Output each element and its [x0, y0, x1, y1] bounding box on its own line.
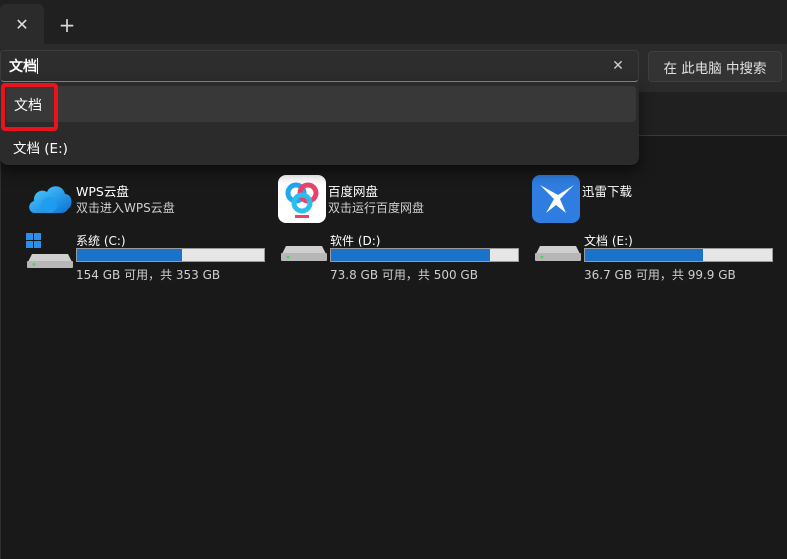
app-title: WPS云盘 [76, 184, 129, 199]
system-drive-icon [26, 233, 73, 268]
text-caret [37, 58, 38, 74]
suggestion-item[interactable]: 文档 [6, 86, 636, 122]
close-tab-button[interactable]: ✕ [0, 4, 44, 44]
search-input[interactable] [9, 55, 569, 77]
drive-space: 73.8 GB 可用，共 500 GB [330, 268, 478, 282]
search-this-pc-label: 在 此电脑 中搜索 [663, 60, 767, 77]
app-item-xunlei[interactable]: 迅雷下载 [532, 175, 772, 223]
drive-usage-bar [584, 248, 773, 262]
tab-bar: ✕ + [0, 0, 787, 44]
drive-space: 154 GB 可用，共 353 GB [76, 268, 221, 282]
new-tab-button[interactable]: + [52, 10, 82, 40]
baidu-netdisk-icon [278, 175, 326, 223]
suggestion-label: 文档 (E:) [13, 141, 68, 157]
search-suggestion-dropdown: 文档 文档 (E:) [0, 82, 639, 165]
drive-name: 文档 (E:) [584, 234, 633, 248]
app-title: 迅雷下载 [582, 184, 633, 199]
drive-name: 软件 (D:) [330, 234, 381, 248]
xunlei-icon [532, 175, 580, 223]
plus-icon: + [58, 13, 76, 37]
red-highlight-box [1, 83, 58, 131]
drive-item-c[interactable]: 系统 (C:) 154 GB 可用，共 353 GB [26, 232, 276, 282]
app-item-wps-cloud[interactable]: WPS云盘 双击进入WPS云盘 [26, 175, 266, 223]
search-this-pc-button[interactable]: 在 此电脑 中搜索 [648, 51, 782, 82]
drive-space: 36.7 GB 可用，共 99.9 GB [584, 268, 736, 282]
drive-item-d[interactable]: 软件 (D:) 73.8 GB 可用，共 500 GB [280, 232, 530, 282]
wps-cloud-icon [29, 186, 72, 213]
drive-usage-fill [77, 249, 183, 261]
search-box[interactable]: ✕ [0, 50, 639, 82]
app-subtitle: 双击进入WPS云盘 [76, 201, 175, 215]
drive-name: 系统 (C:) [76, 234, 126, 248]
drive-usage-bar [330, 248, 519, 262]
app-subtitle: 双击运行百度网盘 [328, 201, 425, 215]
drive-usage-bar [76, 248, 265, 262]
drive-usage-fill [585, 249, 704, 261]
left-rail [0, 136, 1, 559]
drive-item-e[interactable]: 文档 (E:) 36.7 GB 可用，共 99.9 GB [534, 232, 784, 282]
app-item-baidu-netdisk[interactable]: 百度网盘 双击运行百度网盘 [278, 175, 518, 223]
drive-icon [535, 246, 581, 261]
suggestion-item[interactable]: 文档 (E:) [6, 128, 636, 160]
close-icon: ✕ [612, 58, 624, 74]
clear-search-button[interactable]: ✕ [608, 56, 628, 76]
app-title: 百度网盘 [328, 184, 379, 199]
drive-icon [281, 246, 327, 261]
drive-usage-fill [331, 249, 491, 261]
close-icon: ✕ [15, 14, 29, 34]
